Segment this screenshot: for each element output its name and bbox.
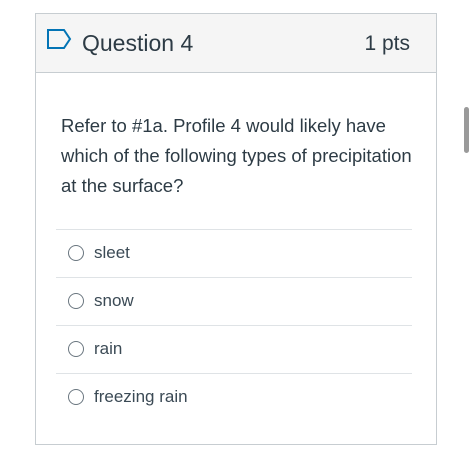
question-text: Refer to #1a. Profile 4 would likely hav… — [61, 115, 412, 196]
scrollbar-thumb[interactable] — [464, 107, 469, 153]
question-points: 1 pts — [364, 32, 410, 55]
answer-option-freezing-rain[interactable]: freezing rain — [56, 373, 412, 421]
answer-option-sleet[interactable]: sleet — [56, 229, 412, 277]
answer-option-rain[interactable]: rain — [56, 325, 412, 373]
question-card: Question 4 1 pts Refer to #1a. Profile 4… — [35, 13, 437, 445]
answer-label: sleet — [94, 243, 130, 262]
answer-option-snow[interactable]: snow — [56, 277, 412, 325]
radio-button[interactable] — [68, 293, 84, 309]
radio-button[interactable] — [68, 389, 84, 405]
question-title: Question 4 — [82, 30, 194, 56]
flag-question-icon[interactable] — [46, 28, 72, 50]
radio-button[interactable] — [68, 341, 84, 357]
answer-label: snow — [94, 291, 134, 310]
answer-label: rain — [94, 339, 123, 358]
radio-button[interactable] — [68, 245, 84, 261]
question-header: Question 4 1 pts — [36, 14, 436, 73]
answer-label: freezing rain — [94, 387, 188, 406]
answer-list: sleet snow rain freezing rain — [56, 229, 412, 421]
